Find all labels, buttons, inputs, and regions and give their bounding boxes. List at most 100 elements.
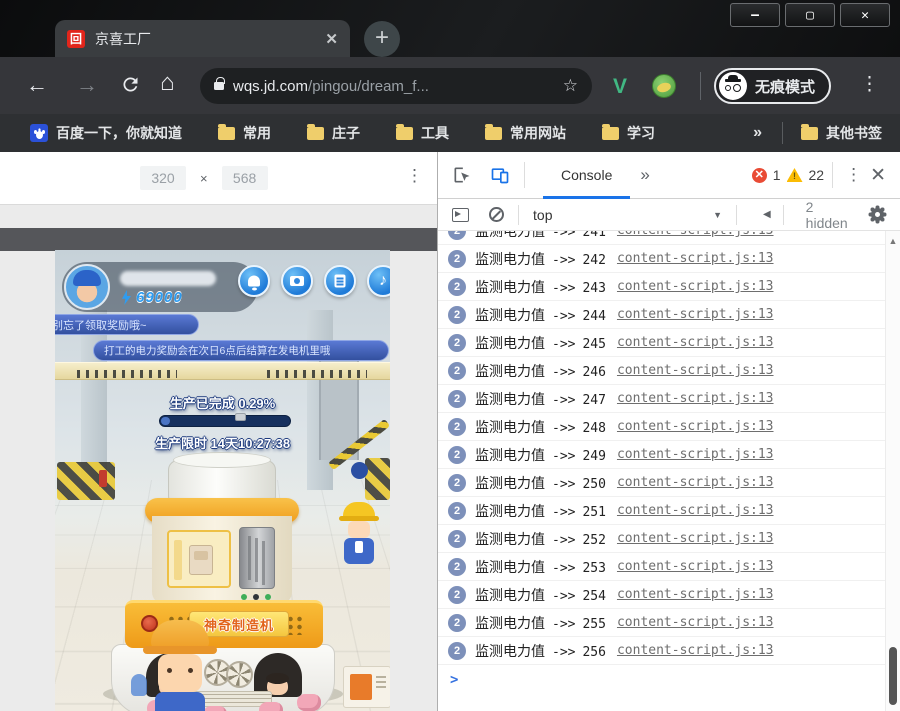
bookmark-folder-label: 学习 [627, 123, 655, 143]
new-tab-button[interactable]: + [364, 21, 400, 57]
bookmark-folder-list: 常用 庄子 工具 常用网站 学习 [218, 123, 691, 143]
console-message-text: 监测电力值->>250 [475, 473, 613, 493]
folder-icon [307, 127, 324, 140]
browser-menu-icon[interactable]: ⋮ [860, 73, 879, 97]
console-message-text: 监测电力值->>252 [475, 529, 613, 549]
console-message-row: 2 监测电力值->>255 content-script.js:13 [438, 609, 885, 637]
bookmark-folder[interactable]: 常用 [218, 123, 271, 143]
repeat-count-badge: 2 [448, 250, 466, 268]
bookmark-folder[interactable]: 常用网站 [485, 123, 566, 143]
devtools-close-icon[interactable]: ✕ [870, 164, 886, 187]
scroll-up-arrow-icon[interactable]: ▲ [886, 231, 900, 246]
console-source-link[interactable]: content-script.js:13 [617, 447, 774, 462]
clipboard-icon [335, 275, 346, 288]
console-source-link[interactable]: content-script.js:13 [617, 279, 774, 294]
bookmark-baidu[interactable]: 百度一下，你就知道 [30, 123, 182, 143]
repeat-count-badge: 2 [448, 362, 466, 380]
console-message-row: 2 监测电力值->>244 content-script.js:13 [438, 301, 885, 329]
bookmark-star-icon[interactable]: ☆ [563, 76, 578, 96]
delivery-box [343, 666, 390, 708]
tab-console[interactable]: Console [539, 152, 634, 199]
titlebar: — ▢ ✕ 回 京喜工厂 ✕ + [0, 0, 900, 57]
devtools-menu-icon[interactable]: ⋮ [845, 165, 862, 185]
browser-window: — ▢ ✕ 回 京喜工厂 ✕ + ← → ⌂ wqs.jd.com/pingou… [0, 0, 900, 711]
dimension-times-label: × [200, 171, 208, 186]
console-message-row: 2 监测电力值->>246 content-script.js:13 [438, 357, 885, 385]
music-button[interactable]: ♪ [367, 265, 390, 297]
console-source-link[interactable]: content-script.js:13 [617, 531, 774, 546]
warning-count: 22 [809, 167, 825, 183]
vue-devtools-extension-icon[interactable]: V [613, 75, 627, 99]
bookmarks-bar: 百度一下，你就知道 常用 庄子 工具 [0, 114, 900, 152]
bookmark-folder[interactable]: 工具 [396, 123, 449, 143]
camera-button[interactable] [281, 265, 313, 297]
filter-collapse-icon[interactable]: ◀ [763, 209, 771, 220]
hidden-messages-label[interactable]: 2 hidden [806, 199, 858, 231]
console-source-link[interactable]: content-script.js:13 [617, 615, 774, 630]
console-prompt[interactable]: > [438, 665, 885, 695]
address-bar[interactable]: wqs.jd.com/pingou/dream_f... ☆ [200, 68, 592, 104]
device-toolbar-toggle-icon[interactable] [490, 165, 510, 185]
notification-bell-button[interactable] [238, 265, 270, 297]
console-source-link[interactable]: content-script.js:13 [617, 643, 774, 658]
frame-selector-dropdown[interactable]: top ▼ [533, 207, 722, 223]
bookmark-folder[interactable]: 庄子 [307, 123, 360, 143]
console-source-link[interactable]: content-script.js:13 [617, 559, 774, 574]
tasks-button[interactable] [324, 265, 356, 297]
folder-icon [602, 127, 619, 140]
clear-console-icon[interactable] [489, 207, 504, 222]
console-message-row: 2 监测电力值->>250 content-script.js:13 [438, 469, 885, 497]
console-message-row: 2 监测电力值->>245 content-script.js:13 [438, 329, 885, 357]
player-hud[interactable]: 69000 [62, 262, 258, 312]
console-source-link[interactable]: content-script.js:13 [617, 251, 774, 266]
browser-tab[interactable]: 回 京喜工厂 ✕ [55, 20, 350, 57]
bookmarks-overflow-chevron[interactable]: » [753, 124, 762, 142]
console-scrollbar[interactable]: ▲ [885, 231, 900, 711]
other-bookmarks[interactable]: 其他书签 [801, 123, 882, 143]
console-source-link[interactable]: content-script.js:13 [617, 475, 774, 490]
console-message-text: 监测电力值->>246 [475, 361, 613, 381]
bell-icon [248, 276, 260, 287]
minimize-button[interactable]: — [730, 3, 780, 27]
worker-character[interactable] [339, 502, 379, 566]
maximize-button[interactable]: ▢ [785, 3, 835, 27]
close-window-button[interactable]: ✕ [840, 3, 890, 27]
console-sidebar-toggle-icon[interactable] [452, 208, 469, 222]
more-tabs-chevron[interactable]: » [640, 165, 649, 185]
inspect-element-icon[interactable] [452, 165, 472, 185]
console-source-link[interactable]: content-script.js:13 [617, 363, 774, 378]
player-name-blurred [120, 271, 216, 286]
repeat-count-badge: 2 [448, 306, 466, 324]
fan-vent-icon [226, 661, 253, 688]
console-source-link[interactable]: content-script.js:13 [617, 335, 774, 350]
viewport-height-input[interactable]: 568 [222, 166, 268, 190]
console-source-link[interactable]: content-script.js:13 [617, 419, 774, 434]
product-item [297, 694, 321, 711]
console-source-link[interactable]: content-script.js:13 [617, 307, 774, 322]
console-message-row: 2 监测电力值->>242 content-script.js:13 [438, 245, 885, 273]
console-log-area: 2 监测电力值->>241 content-script.js:13 2 监测电… [438, 231, 885, 711]
device-toolbar-menu-icon[interactable]: ⋮ [406, 166, 423, 186]
tab-close-icon[interactable]: ✕ [325, 30, 338, 48]
viewport-width-input[interactable]: 320 [140, 166, 186, 190]
folder-icon [218, 127, 235, 140]
console-source-link[interactable]: content-script.js:13 [617, 587, 774, 602]
console-source-link[interactable]: content-script.js:13 [617, 391, 774, 406]
lock-icon [214, 82, 224, 90]
tab-favicon-icon: 回 [67, 30, 85, 48]
bookmark-folder[interactable]: 学习 [602, 123, 655, 143]
console-settings-gear-icon[interactable] [871, 208, 884, 221]
forward-icon[interactable]: → [76, 73, 98, 97]
repeat-count-badge: 2 [448, 474, 466, 492]
lightning-icon [122, 290, 131, 305]
extension-icon[interactable] [652, 74, 676, 98]
reload-icon[interactable] [120, 74, 141, 95]
machine-product-panel [167, 530, 231, 588]
home-icon[interactable]: ⌂ [160, 71, 175, 95]
worker-character[interactable] [143, 620, 217, 711]
back-icon[interactable]: ← [26, 73, 48, 97]
scrollbar-thumb[interactable] [889, 647, 897, 705]
console-source-link[interactable]: content-script.js:13 [617, 503, 774, 518]
music-note-icon: ♪ [379, 272, 387, 290]
console-source-link[interactable]: content-script.js:13 [617, 231, 774, 238]
